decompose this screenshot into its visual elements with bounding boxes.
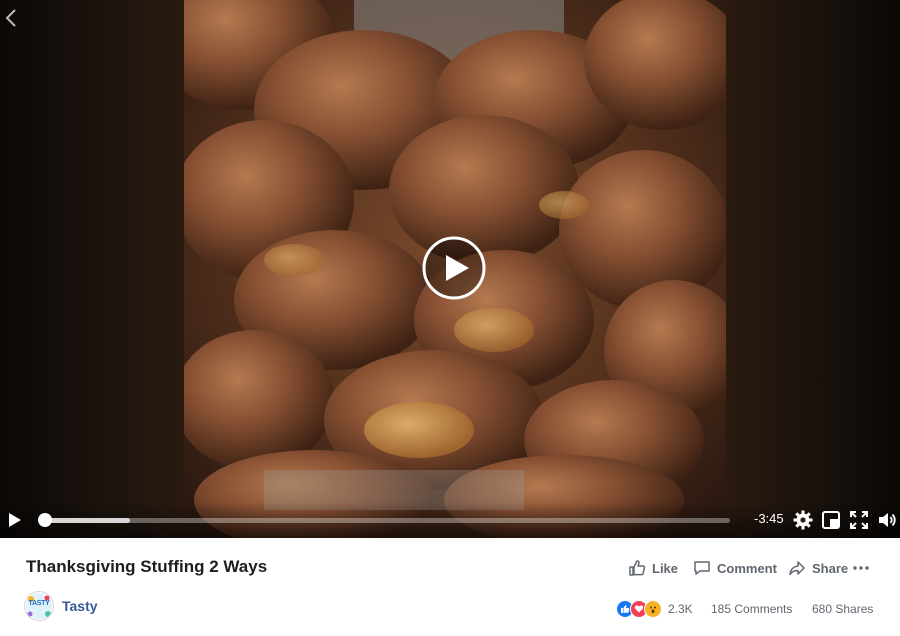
- video-player[interactable]: -3:45: [0, 0, 900, 538]
- shares-count-link[interactable]: 680 Shares: [812, 602, 873, 616]
- comment-bubble-icon: [694, 561, 710, 575]
- share-button[interactable]: Share: [788, 558, 848, 578]
- share-arrow-icon: [789, 561, 805, 576]
- like-button[interactable]: Like: [628, 558, 678, 578]
- reactions-count[interactable]: 2.3K: [668, 602, 693, 616]
- wow-reaction-icon: [644, 600, 662, 618]
- comment-label: Comment: [717, 560, 777, 576]
- volume-icon[interactable]: [876, 509, 898, 531]
- page-name-link[interactable]: Tasty: [62, 598, 98, 614]
- like-label: Like: [652, 560, 679, 576]
- fullscreen-icon[interactable]: [848, 509, 870, 531]
- progress-track[interactable]: [40, 518, 730, 523]
- progress-knob[interactable]: [38, 513, 52, 527]
- play-icon[interactable]: [6, 510, 24, 530]
- thumbs-up-icon: [629, 560, 646, 576]
- avatar-logo-text: TASTY: [28, 600, 50, 607]
- play-overlay-button[interactable]: [421, 235, 487, 301]
- video-letterbox-left: [0, 0, 184, 538]
- comment-button[interactable]: Comment: [693, 558, 777, 578]
- more-options-button[interactable]: [852, 558, 870, 578]
- reactions-summary[interactable]: 2.3K: [616, 600, 693, 618]
- video-letterbox-right: [726, 0, 900, 538]
- settings-gear-icon[interactable]: [792, 509, 814, 531]
- page-avatar[interactable]: TASTY: [24, 591, 54, 621]
- more-dots-icon: [853, 566, 869, 570]
- share-label: Share: [812, 560, 849, 576]
- picture-in-picture-icon[interactable]: [820, 509, 842, 531]
- back-chevron-icon[interactable]: [2, 6, 22, 30]
- time-remaining: -3:45: [754, 511, 784, 526]
- video-title: Thanksgiving Stuffing 2 Ways: [26, 557, 268, 576]
- progress-buffered: [40, 518, 130, 523]
- page-attribution: TASTY Tasty: [24, 591, 98, 621]
- video-controls-bar: -3:45: [0, 502, 900, 538]
- comments-count-link[interactable]: 185 Comments: [711, 602, 792, 616]
